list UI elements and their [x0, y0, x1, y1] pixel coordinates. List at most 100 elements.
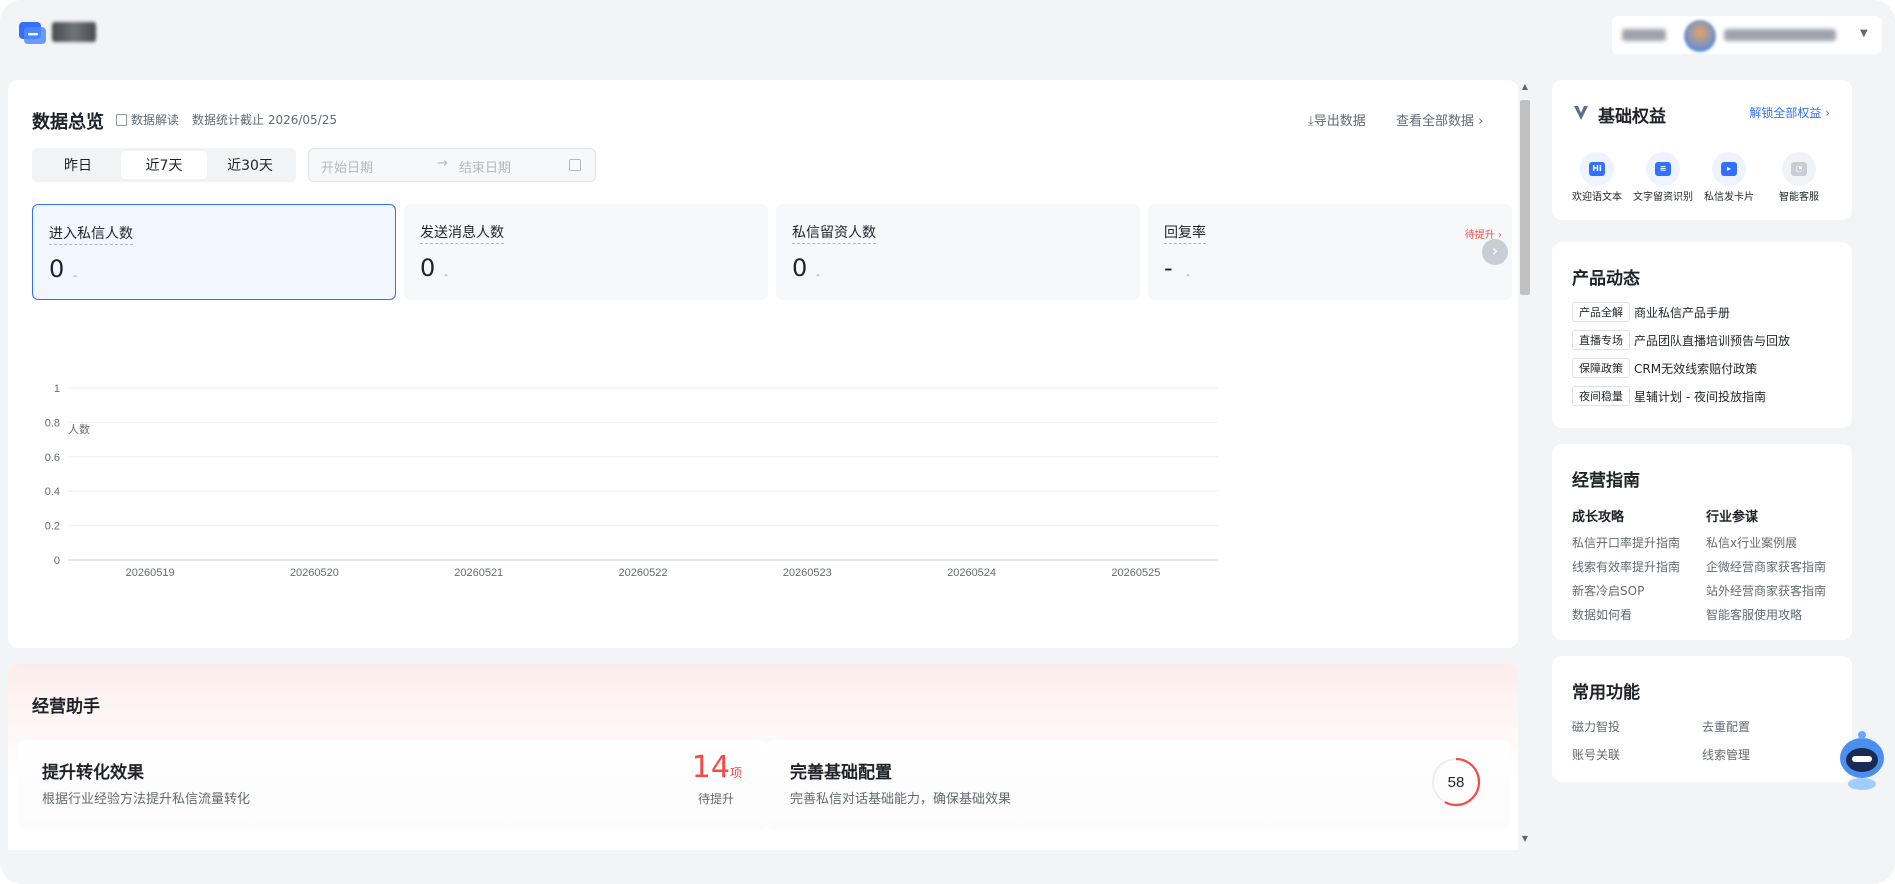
rights-title: 基础权益	[1598, 107, 1666, 127]
pending-label: 待提升	[697, 792, 734, 806]
guide-link[interactable]: 企微经营商家获客指南	[1706, 558, 1826, 575]
end-date-placeholder[interactable]: 结束日期	[459, 157, 511, 176]
caret-down-icon: ▼	[1860, 28, 1868, 39]
metric-value: -	[1164, 254, 1173, 282]
y-tick-label: 0	[54, 555, 60, 567]
news-text: 产品团队直播培训预告与回放	[1634, 333, 1791, 348]
config-score-value: 58	[1448, 774, 1465, 791]
config-score-ring: 58	[1431, 757, 1481, 807]
common-link[interactable]: 磁力智投	[1572, 718, 1620, 735]
y-axis-ticks: 1 0.8 0.6 0.4 0.2 0	[45, 383, 60, 567]
x-tick-label: 20260520	[290, 567, 339, 579]
news-title: 产品动态	[1572, 269, 1640, 289]
news-item[interactable]: 夜间稳量 星辅计划 - 夜间投放指南	[1572, 386, 1766, 406]
complete-config-card[interactable]: 完善基础配置 完善私信对话基础能力，确保基础效果 58	[766, 740, 1510, 830]
robot-assistant-icon[interactable]	[1836, 728, 1888, 792]
view-all-data-label: 查看全部数据	[1396, 114, 1475, 129]
scroll-up-arrow[interactable]: ▲	[1519, 82, 1531, 91]
rights-item-send-card[interactable]: ▸ 私信发卡片	[1694, 152, 1764, 203]
date-range-picker[interactable]: 开始日期 → 结束日期	[308, 148, 596, 182]
trend-chart: 人数 10.80.60.40.20 20260519 20260520 202605…	[45, 383, 1218, 579]
y-axis-label: 人数	[68, 423, 90, 436]
common-functions-panel: 常用功能 磁力智投 去重配置 账号关联 线索管理	[1552, 656, 1852, 782]
main-scrollbar[interactable]: ▲ ▼	[1519, 80, 1531, 850]
common-link[interactable]: 账号关联	[1572, 746, 1620, 763]
business-guide-panel: 经营指南 成长攻略 行业参谋 私信开口率提升指南 线索有效率提升指南 新客冷启S…	[1552, 444, 1852, 640]
guide-link[interactable]: 数据如何看	[1572, 606, 1632, 623]
guide-title: 经营指南	[1572, 471, 1640, 491]
account-detail-blurred	[1724, 29, 1836, 41]
document-icon	[116, 113, 127, 126]
view-all-data-link[interactable]: 查看全部数据 ›	[1396, 110, 1483, 129]
guide-link[interactable]: 新客冷启SOP	[1572, 582, 1644, 599]
metric-card-entered[interactable]: 进入私信人数 0 -	[32, 204, 396, 300]
business-assistant: 经营助手 提升转化效果 根据行业经验方法提升私信流量转化 14项 待提升 完善基…	[8, 664, 1518, 850]
chevron-right-icon: ›	[1491, 241, 1499, 260]
metric-card-leads[interactable]: 私信留资人数 0 -	[776, 204, 1140, 300]
account-name-blurred	[1622, 29, 1666, 41]
metric-delta: -	[816, 268, 820, 281]
x-axis-ticks: 20260519 20260520 20260521 20260522 20260523…	[126, 567, 1161, 579]
news-item[interactable]: 直播专场 产品团队直播培训预告与回放	[1572, 330, 1790, 350]
metric-card-reply-rate[interactable]: 回复率 - - 待提升 ›	[1148, 204, 1512, 300]
hi-chat-glyph: Hi	[1589, 162, 1605, 176]
pending-count-unit: 项	[729, 766, 742, 780]
rights-item-smart-service[interactable]: ◔ 智能客服	[1764, 152, 1834, 203]
overview-title: 数据总览	[32, 112, 104, 133]
common-title: 常用功能	[1572, 683, 1640, 703]
guide-link[interactable]: 私信开口率提升指南	[1572, 534, 1680, 551]
app-logo	[19, 22, 46, 44]
product-news-panel: 产品动态 产品全解 商业私信产品手册 直播专场 产品团队直播培训预告与回放 保障…	[1552, 242, 1852, 428]
news-text: 星辅计划 - 夜间投放指南	[1634, 389, 1766, 404]
app-name-blurred	[52, 22, 96, 42]
guide-link[interactable]: 站外经营商家获客指南	[1706, 582, 1826, 599]
metric-label: 回复率	[1164, 222, 1206, 244]
metric-label: 私信留资人数	[792, 222, 876, 244]
range-30-days[interactable]: 近30天	[207, 151, 293, 179]
arrow-right-icon: →	[437, 156, 448, 171]
common-link[interactable]: 去重配置	[1702, 718, 1750, 735]
account-switcher[interactable]: ▼	[1612, 16, 1882, 54]
guide-link[interactable]: 线索有效率提升指南	[1572, 558, 1680, 575]
x-tick-label: 20260524	[947, 567, 996, 579]
range-7-days[interactable]: 近7天	[121, 151, 207, 179]
scroll-thumb[interactable]	[1520, 100, 1530, 295]
metric-label: 进入私信人数	[49, 223, 133, 245]
rights-item-text-lead-recognition[interactable]: ≡ 文字留资识别	[1628, 152, 1698, 203]
x-tick-label: 20260522	[619, 567, 668, 579]
card-title: 提升转化效果	[42, 763, 144, 783]
data-overview-card: 数据总览 数据解读 数据统计截止 2026/05/25 ⤓导出数据 查看全部数据…	[8, 80, 1518, 648]
app-window: ▼ 数据总览 数据解读 数据统计截止 2026/05/25 ⤓导出数据 查看全部…	[0, 0, 1895, 884]
main-content: 数据总览 数据解读 数据统计截止 2026/05/25 ⤓导出数据 查看全部数据…	[8, 80, 1518, 850]
news-tag: 保障政策	[1572, 358, 1630, 378]
x-tick-label: 20260519	[126, 567, 175, 579]
hi-chat-icon: Hi	[1580, 152, 1614, 186]
text-scan-glyph: ≡	[1655, 162, 1671, 176]
unlock-all-rights-link[interactable]: 解锁全部权益 ›	[1749, 104, 1830, 121]
common-link[interactable]: 线索管理	[1702, 746, 1750, 763]
news-text: CRM无效线索赔付政策	[1634, 361, 1758, 376]
chevron-right-icon: ›	[1478, 114, 1484, 129]
top-bar: ▼	[0, 0, 1895, 72]
y-tick-label: 1	[54, 383, 60, 395]
export-data-button[interactable]: ⤓导出数据	[1308, 110, 1366, 129]
data-interpret-link[interactable]: 数据解读	[116, 111, 179, 128]
next-metrics-button[interactable]: ›	[1482, 239, 1508, 265]
news-item[interactable]: 产品全解 商业私信产品手册	[1572, 302, 1730, 322]
rights-item-welcome-text[interactable]: Hi 欢迎语文本	[1562, 152, 1632, 203]
range-yesterday[interactable]: 昨日	[35, 151, 121, 179]
card-send-glyph: ▸	[1721, 162, 1737, 176]
headset-icon: ◔	[1782, 152, 1816, 186]
improve-conversion-card[interactable]: 提升转化效果 根据行业经验方法提升私信流量转化 14项 待提升	[18, 740, 766, 830]
scroll-down-arrow[interactable]: ▼	[1519, 834, 1531, 843]
metric-card-messaged[interactable]: 发送消息人数 0 -	[404, 204, 768, 300]
basic-rights-panel: 基础权益 解锁全部权益 › Hi 欢迎语文本 ≡ 文字留资识别 ▸ 私信发卡片 …	[1552, 80, 1852, 220]
guide-link[interactable]: 智能客服使用攻略	[1706, 606, 1802, 623]
chevron-right-icon: ›	[1825, 106, 1830, 120]
chart-grid	[68, 387, 1218, 561]
x-tick-label: 20260523	[783, 567, 832, 579]
news-item[interactable]: 保障政策 CRM无效线索赔付政策	[1572, 358, 1757, 378]
guide-link[interactable]: 私信x行业案例展	[1706, 534, 1797, 551]
pending-count-value: 14	[691, 750, 730, 785]
start-date-placeholder[interactable]: 开始日期	[321, 157, 373, 176]
